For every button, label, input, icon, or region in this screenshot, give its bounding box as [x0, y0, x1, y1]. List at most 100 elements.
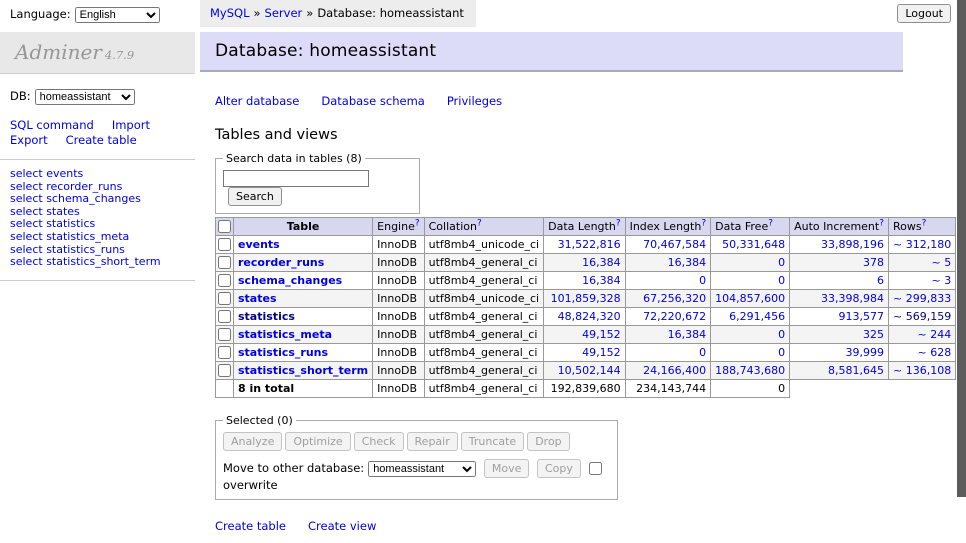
action-link-database-schema[interactable]: Database schema	[321, 94, 424, 108]
cell-index-length-link[interactable]: 72,220,672	[643, 310, 706, 323]
db-select[interactable]: homeassistant	[35, 89, 135, 105]
cell-index-length-link[interactable]: 16,384	[668, 256, 707, 269]
sidebar-select-link[interactable]: select	[10, 230, 43, 243]
cell-data-free-link[interactable]: 0	[778, 256, 785, 269]
cell-data-length-link[interactable]: 16,384	[582, 256, 621, 269]
breadcrumb-link[interactable]: MySQL	[210, 6, 250, 20]
sidebar-select-link[interactable]: select	[10, 205, 43, 218]
cell-auto-increment-link[interactable]: 913,577	[839, 310, 885, 323]
cell-data-length-link[interactable]: 48,824,320	[558, 310, 621, 323]
help-link[interactable]: ?	[477, 218, 482, 228]
overwrite-label[interactable]: overwrite	[223, 478, 278, 492]
cell-auto-increment-link[interactable]: 6	[877, 274, 884, 287]
cell-data-length-link[interactable]: 31,522,816	[558, 238, 621, 251]
cell-data-free-link[interactable]: 0	[778, 274, 785, 287]
sidebar-link-sql-command[interactable]: SQL command	[10, 118, 94, 132]
language-select[interactable]: English	[75, 7, 160, 23]
repair-button[interactable]: Repair	[407, 432, 458, 451]
help-link[interactable]: ?	[768, 218, 773, 228]
row-checkbox[interactable]	[218, 238, 231, 251]
cell-rows-link[interactable]: ~ 569,159	[893, 310, 951, 323]
sidebar-link-import[interactable]: Import	[112, 118, 150, 132]
table-name-link[interactable]: statistics	[238, 310, 295, 323]
help-link[interactable]: ?	[879, 218, 884, 228]
sidebar-table-name-link[interactable]: states	[46, 205, 80, 218]
table-name-link[interactable]: statistics_short_term	[238, 364, 368, 377]
cell-rows-link[interactable]: ~ 628	[917, 346, 951, 359]
search-input[interactable]	[223, 170, 369, 187]
cell-data-length-link[interactable]: 101,859,328	[551, 292, 621, 305]
cell-rows-link[interactable]: ~ 244	[917, 328, 951, 341]
cell-auto-increment-link[interactable]: 8,581,645	[828, 364, 884, 377]
help-link[interactable]: ?	[922, 218, 927, 228]
cell-data-free-link[interactable]: 0	[778, 328, 785, 341]
copy-button[interactable]: Copy	[537, 459, 581, 478]
cell-data-free-link[interactable]: 0	[778, 346, 785, 359]
help-icon[interactable]: ?	[922, 218, 927, 228]
breadcrumb-link[interactable]: Server	[265, 6, 303, 20]
cell-index-length-link[interactable]: 16,384	[668, 328, 707, 341]
search-button[interactable]: Search	[228, 187, 282, 206]
cell-index-length-link[interactable]: 0	[699, 274, 706, 287]
cell-data-length-link[interactable]: 49,152	[582, 346, 621, 359]
sidebar-select-link[interactable]: select	[10, 217, 43, 230]
cell-auto-increment-link[interactable]: 33,398,984	[821, 292, 884, 305]
cell-data-length-link[interactable]: 16,384	[582, 274, 621, 287]
sidebar-select-link[interactable]: select	[10, 167, 43, 180]
action-link-alter-database[interactable]: Alter database	[215, 94, 299, 108]
cell-data-free-link[interactable]: 104,857,600	[715, 292, 785, 305]
row-checkbox[interactable]	[218, 328, 231, 341]
cell-data-free-link[interactable]: 188,743,680	[715, 364, 785, 377]
analyze-button[interactable]: Analyze	[223, 432, 282, 451]
cell-auto-increment-link[interactable]: 39,999	[846, 346, 885, 359]
cell-rows-link[interactable]: ~ 136,108	[893, 364, 951, 377]
select-all-checkbox[interactable]	[218, 220, 231, 233]
sidebar-table-name-link[interactable]: recorder_runs	[46, 180, 122, 193]
row-checkbox[interactable]	[218, 364, 231, 377]
sidebar-table-name-link[interactable]: events	[46, 167, 83, 180]
cell-index-length-link[interactable]: 24,166,400	[643, 364, 706, 377]
cell-auto-increment-link[interactable]: 325	[863, 328, 884, 341]
sidebar-select-link[interactable]: select	[10, 255, 43, 268]
sidebar-table-name-link[interactable]: schema_changes	[46, 192, 141, 205]
row-checkbox[interactable]	[218, 256, 231, 269]
cell-rows-link[interactable]: ~ 312,180	[893, 238, 951, 251]
table-name-link[interactable]: events	[238, 238, 280, 251]
sidebar-table-name-link[interactable]: statistics	[46, 217, 95, 230]
help-icon[interactable]: ?	[701, 218, 706, 228]
cell-index-length-link[interactable]: 67,256,320	[643, 292, 706, 305]
truncate-button[interactable]: Truncate	[461, 432, 524, 451]
sidebar-link-export[interactable]: Export	[10, 133, 48, 147]
help-icon[interactable]: ?	[616, 218, 621, 228]
cell-rows-link[interactable]: ~ 5	[931, 256, 951, 269]
cell-data-free-link[interactable]: 6,291,456	[729, 310, 785, 323]
help-link[interactable]: ?	[701, 218, 706, 228]
table-name-link[interactable]: statistics_runs	[238, 346, 328, 359]
optimize-button[interactable]: Optimize	[285, 432, 350, 451]
overwrite-checkbox[interactable]	[589, 462, 602, 475]
table-name-link[interactable]: recorder_runs	[238, 256, 324, 269]
table-name-link[interactable]: schema_changes	[238, 274, 342, 287]
drop-button[interactable]: Drop	[527, 432, 569, 451]
cell-data-length-link[interactable]: 10,502,144	[558, 364, 621, 377]
help-icon[interactable]: ?	[879, 218, 884, 228]
row-checkbox[interactable]	[218, 274, 231, 287]
table-name-link[interactable]: states	[238, 292, 277, 305]
sidebar-table-name-link[interactable]: statistics_runs	[46, 243, 125, 256]
action-link-privileges[interactable]: Privileges	[447, 94, 502, 108]
vertical-scrollbar[interactable]	[956, 0, 966, 543]
sidebar-table-name-link[interactable]: statistics_meta	[46, 230, 129, 243]
cell-index-length-link[interactable]: 70,467,584	[643, 238, 706, 251]
cell-auto-increment-link[interactable]: 33,898,196	[821, 238, 884, 251]
help-icon[interactable]: ?	[768, 218, 773, 228]
row-checkbox[interactable]	[218, 310, 231, 323]
cell-data-length-link[interactable]: 49,152	[582, 328, 621, 341]
help-icon[interactable]: ?	[477, 218, 482, 228]
row-checkbox[interactable]	[218, 346, 231, 359]
logout-button[interactable]: Logout	[897, 4, 951, 23]
cell-rows-link[interactable]: ~ 299,833	[893, 292, 951, 305]
cell-index-length-link[interactable]: 0	[699, 346, 706, 359]
sidebar-select-link[interactable]: select	[10, 180, 43, 193]
move-db-select[interactable]: homeassistant	[368, 461, 476, 477]
scrollbar-thumb[interactable]	[957, 0, 966, 497]
